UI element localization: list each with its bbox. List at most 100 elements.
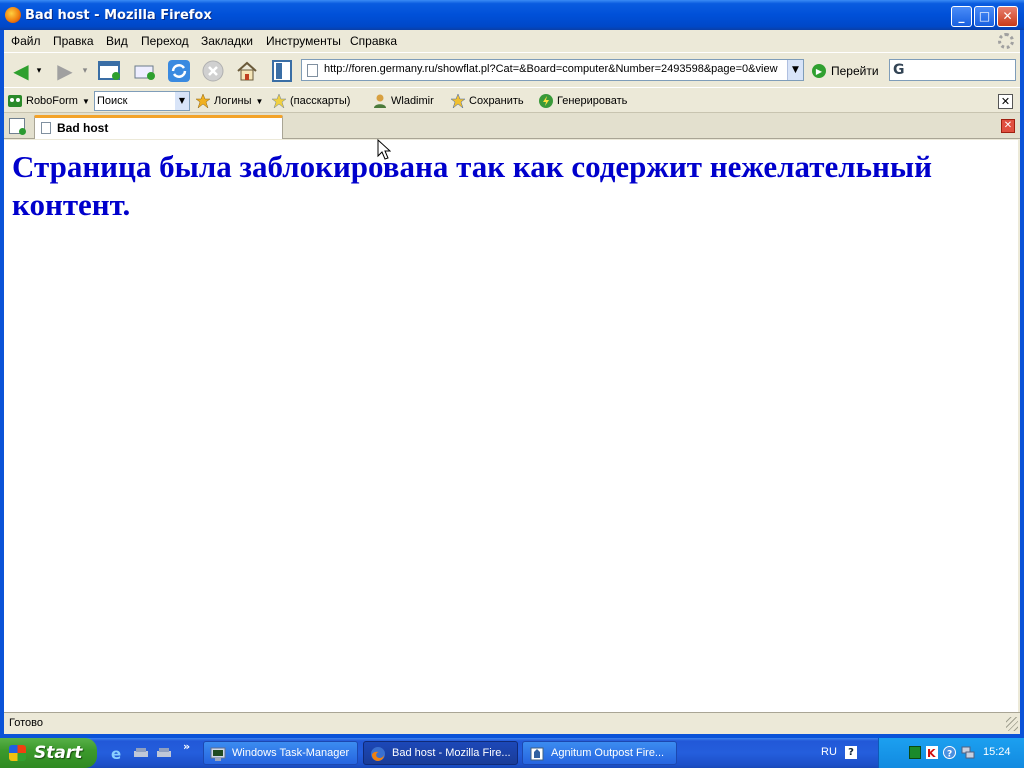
back-arrow-icon[interactable]: ◀ bbox=[8, 58, 34, 84]
help-icon[interactable]: ? bbox=[943, 746, 956, 760]
start-button[interactable]: Start bbox=[0, 738, 97, 768]
firefox-icon bbox=[370, 746, 386, 762]
menu-file[interactable]: Файл bbox=[11, 34, 41, 48]
svg-text:e: e bbox=[111, 745, 121, 761]
url-input[interactable] bbox=[324, 63, 784, 75]
clock[interactable]: 15:24 bbox=[983, 746, 1011, 758]
go-label: Перейти bbox=[831, 64, 879, 78]
tray-status-icon[interactable] bbox=[909, 746, 921, 759]
url-history-dropdown-icon[interactable]: ▼ bbox=[787, 60, 803, 80]
identity-label: Wladimir bbox=[391, 95, 434, 107]
bookmarks-sidebar-icon[interactable] bbox=[269, 58, 295, 84]
roboform-icon bbox=[8, 94, 22, 108]
google-icon[interactable]: G bbox=[893, 62, 905, 78]
status-bar: Готово bbox=[4, 712, 1020, 734]
new-tab-icon[interactable] bbox=[9, 118, 26, 135]
new-tab-toolbar-icon[interactable] bbox=[132, 58, 158, 84]
task-label: Windows Task-Manager bbox=[232, 747, 350, 759]
roboform-search-input[interactable] bbox=[97, 95, 171, 107]
save-label: Сохранить bbox=[469, 95, 524, 107]
forward-history-dropdown-icon[interactable]: ▾ bbox=[78, 58, 92, 84]
page-icon bbox=[41, 122, 51, 134]
minimize-button[interactable]: _ bbox=[951, 6, 972, 27]
taskbar-button-task-manager[interactable]: Windows Task-Manager bbox=[203, 741, 358, 765]
browser-window: Bad host - Mozilla Firefox _ □ ✕ Файл Пр… bbox=[0, 0, 1024, 738]
quicklaunch-more-icon[interactable]: » bbox=[183, 740, 190, 753]
tab-label: Bad host bbox=[57, 121, 109, 135]
passcards-label: (пасскарты) bbox=[290, 95, 351, 107]
back-history-dropdown-icon[interactable]: ▾ bbox=[32, 58, 46, 84]
network-connection-icon[interactable] bbox=[961, 746, 975, 759]
logins-button[interactable]: Логины ▼ bbox=[195, 93, 264, 109]
menu-help[interactable]: Справка bbox=[350, 34, 397, 48]
generate-button[interactable]: Генерировать bbox=[539, 94, 627, 108]
task-label: Bad host - Mozilla Fire... bbox=[392, 747, 511, 759]
taskbar-button-outpost[interactable]: Agnitum Outpost Fire... bbox=[522, 741, 677, 765]
network-icon-2[interactable] bbox=[156, 745, 172, 761]
close-toolbar-icon[interactable]: ✕ bbox=[998, 94, 1013, 109]
close-tab-icon[interactable]: ✕ bbox=[1001, 119, 1015, 133]
stop-icon[interactable] bbox=[200, 58, 226, 84]
identity-person-icon bbox=[373, 94, 387, 108]
blocked-message: Страница была заблокирована так как соде… bbox=[12, 149, 932, 222]
roboform-toolbar: RoboForm ▼ ▼ Логины ▼ (пасскарты) Wladim… bbox=[4, 87, 1020, 113]
close-button[interactable]: ✕ bbox=[997, 6, 1018, 27]
window-title: Bad host - Mozilla Firefox bbox=[25, 8, 212, 23]
roboform-search[interactable]: ▼ bbox=[94, 91, 190, 111]
outpost-icon bbox=[529, 746, 545, 762]
forward-arrow-icon[interactable]: ▶ bbox=[52, 58, 78, 84]
resize-grip-icon[interactable] bbox=[1006, 717, 1018, 731]
roboform-label: RoboForm bbox=[26, 95, 78, 107]
new-window-icon[interactable] bbox=[97, 58, 123, 84]
windows-logo-icon bbox=[9, 745, 26, 761]
throbber-icon bbox=[998, 33, 1014, 49]
url-bar[interactable]: ▼ bbox=[301, 59, 804, 81]
status-text: Готово bbox=[9, 717, 43, 729]
roboform-menu[interactable]: RoboForm ▼ bbox=[8, 94, 90, 108]
web-search-box[interactable]: G bbox=[889, 59, 1016, 81]
content-edge bbox=[1018, 140, 1020, 712]
reload-icon[interactable] bbox=[166, 58, 192, 84]
start-label: Start bbox=[34, 743, 83, 763]
go-arrow-icon: ▶ bbox=[812, 64, 826, 78]
language-help-icon[interactable]: ? bbox=[845, 746, 857, 759]
go-button[interactable]: ▶ Перейти bbox=[812, 62, 879, 80]
internet-explorer-icon[interactable]: e bbox=[110, 745, 126, 763]
generate-lightning-icon bbox=[539, 94, 553, 108]
svg-text:?: ? bbox=[947, 750, 952, 760]
page-icon bbox=[307, 64, 318, 77]
kaspersky-icon[interactable]: K bbox=[926, 746, 938, 760]
page-content: Страница была заблокирована так как соде… bbox=[4, 140, 1020, 712]
generate-label: Генерировать bbox=[557, 95, 628, 107]
maximize-button[interactable]: □ bbox=[974, 6, 995, 27]
logins-dropdown-icon: ▼ bbox=[255, 96, 264, 106]
menu-edit[interactable]: Правка bbox=[53, 34, 94, 48]
firefox-icon[interactable] bbox=[5, 7, 21, 23]
passcards-icon bbox=[271, 93, 287, 109]
taskbar: Start e » Windows Task-Manager Bad host … bbox=[0, 738, 1024, 768]
menu-bookmarks[interactable]: Закладки bbox=[201, 34, 253, 48]
logins-star-icon bbox=[195, 93, 211, 109]
roboform-search-dropdown-icon[interactable]: ▼ bbox=[175, 92, 189, 110]
save-star-icon bbox=[450, 93, 466, 109]
svg-text:K: K bbox=[927, 747, 936, 759]
passcards-button[interactable]: (пасскарты) bbox=[271, 93, 351, 109]
save-button[interactable]: Сохранить bbox=[450, 93, 524, 109]
menu-tools[interactable]: Инструменты bbox=[266, 34, 341, 48]
system-tray: K ? 15:24 bbox=[878, 738, 1024, 768]
language-indicator[interactable]: RU bbox=[821, 746, 837, 758]
taskbar-button-firefox[interactable]: Bad host - Mozilla Fire... bbox=[363, 741, 518, 765]
identity-button[interactable]: Wladimir bbox=[373, 94, 434, 108]
client-area: Файл Правка Вид Переход Закладки Инструм… bbox=[4, 30, 1020, 734]
menu-view[interactable]: Вид bbox=[106, 34, 128, 48]
tab-bad-host[interactable]: Bad host bbox=[34, 115, 283, 139]
roboform-dropdown-icon: ▼ bbox=[81, 96, 90, 106]
title-bar[interactable]: Bad host - Mozilla Firefox _ □ ✕ bbox=[0, 0, 1024, 30]
navigation-toolbar: ◀ ▾ ▶ ▾ ▼ bbox=[4, 52, 1020, 87]
menu-go[interactable]: Переход bbox=[141, 34, 189, 48]
menu-bar: Файл Правка Вид Переход Закладки Инструм… bbox=[4, 30, 1020, 52]
task-manager-icon bbox=[210, 746, 226, 762]
tab-bar: Bad host ✕ bbox=[4, 113, 1020, 139]
home-icon[interactable] bbox=[234, 58, 260, 84]
network-icon[interactable] bbox=[133, 745, 149, 761]
